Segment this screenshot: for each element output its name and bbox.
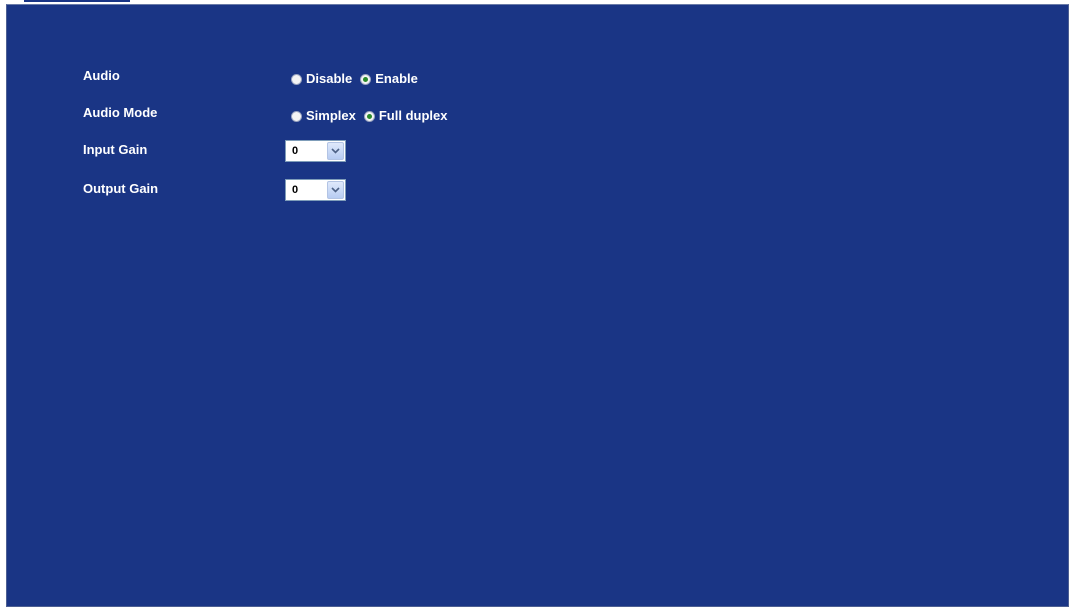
audio-row: Audio Disable Enable	[7, 67, 707, 91]
output-gain-select[interactable]: 0	[285, 179, 346, 201]
audio-radio-group: Disable Enable	[291, 70, 426, 88]
audio-mode-label: Audio Mode	[83, 105, 158, 120]
input-gain-row: Input Gain 0	[7, 140, 707, 165]
input-gain-label: Input Gain	[83, 142, 148, 157]
audio-mode-row: Audio Mode Simplex Full duplex	[7, 104, 707, 128]
audio-mode-simplex-radio[interactable]	[291, 110, 302, 122]
active-tab-indicator[interactable]	[24, 0, 130, 2]
input-gain-value: 0	[292, 145, 299, 157]
chevron-down-icon[interactable]	[327, 181, 344, 199]
audio-settings-panel: Audio Disable Enable Audio Mode Simplex …	[6, 4, 1069, 607]
audio-label: Audio	[83, 68, 120, 83]
audio-enable-radio[interactable]	[360, 73, 372, 85]
audio-enable-option[interactable]: Enable	[360, 70, 418, 88]
output-gain-value: 0	[292, 184, 299, 196]
audio-mode-simplex-option[interactable]: Simplex	[291, 107, 356, 125]
audio-disable-option[interactable]: Disable	[291, 70, 352, 88]
output-gain-row: Output Gain 0	[7, 179, 707, 204]
output-gain-label: Output Gain	[83, 181, 159, 196]
audio-mode-full-duplex-option[interactable]: Full duplex	[363, 107, 448, 125]
input-gain-select[interactable]: 0	[285, 140, 346, 162]
audio-mode-full-duplex-label: Full duplex	[378, 108, 448, 123]
audio-mode-radio-group: Simplex Full duplex	[291, 107, 455, 125]
audio-disable-label: Disable	[306, 71, 353, 86]
chevron-down-icon[interactable]	[327, 142, 344, 160]
audio-mode-simplex-label: Simplex	[306, 108, 356, 123]
audio-disable-radio[interactable]	[291, 73, 302, 85]
audio-mode-full-duplex-radio[interactable]	[363, 110, 375, 122]
audio-enable-label: Enable	[375, 71, 418, 86]
